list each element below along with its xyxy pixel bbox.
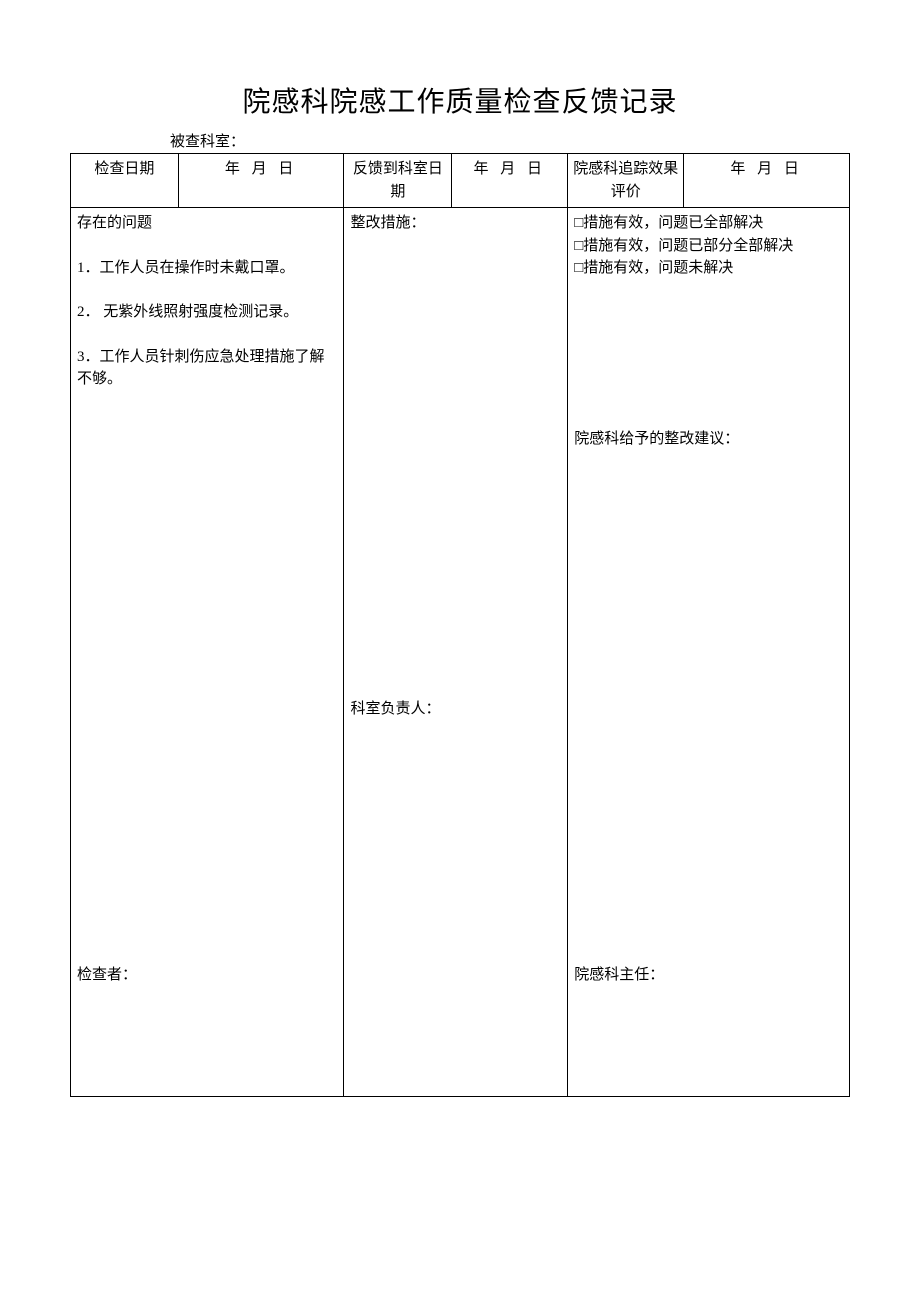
corrective-measures-label: 整改措施： [350,212,561,235]
issue-item-1: 1．工作人员在操作时未戴口罩。 [77,257,337,280]
eval-option-3-text: 措施有效，问题未解决 [583,260,733,276]
eval-option-3: □措施有效，问题未解决 [574,257,843,280]
page-title: 院感科院感工作质量检查反馈记录 [70,80,850,120]
feedback-date-value: 年 月 日 [452,154,568,208]
issues-heading: 存在的问题 [77,212,337,235]
header-row: 检查日期 年 月 日 反馈到科室日期 年 月 日 院感科追踪效果评价 年 月 日 [71,154,850,208]
checkbox-icon: □ [574,237,583,254]
eval-option-2-text: 措施有效，问题已部分全部解决 [583,238,793,254]
eval-option-1-text: 措施有效，问题已全部解决 [583,215,763,231]
checkbox-icon: □ [574,259,583,276]
issue-item-2: 2． 无紫外线照射强度检测记录。 [77,301,337,324]
feedback-form-table: 检查日期 年 月 日 反馈到科室日期 年 月 日 院感科追踪效果评价 年 月 日… [70,153,850,1097]
track-eval-value: 年 月 日 [684,154,850,208]
eval-option-1: □措施有效，问题已全部解决 [574,212,843,235]
feedback-date-label: 反馈到科室日期 [344,154,452,208]
suggestion-label: 院感科给予的整改建议： [574,428,739,451]
evaluation-cell: □措施有效，问题已全部解决 □措施有效，问题已部分全部解决 □措施有效，问题未解… [568,208,850,1097]
dept-head-label: 科室负责人： [350,698,440,721]
inspected-dept-label: 被查科室： [170,130,850,151]
issue-item-3: 3．工作人员针刺伤应急处理措施了解不够。 [77,346,337,391]
issues-cell: 存在的问题 1．工作人员在操作时未戴口罩。 2． 无紫外线照射强度检测记录。 3… [71,208,344,1097]
checkbox-icon: □ [574,214,583,231]
eval-option-2: □措施有效，问题已部分全部解决 [574,235,843,258]
inspector-label: 检查者： [77,964,137,987]
check-date-value: 年 月 日 [178,154,344,208]
director-label: 院感科主任： [574,964,664,987]
check-date-label: 检查日期 [71,154,179,208]
track-eval-label: 院感科追踪效果评价 [568,154,684,208]
corrective-cell: 整改措施： 科室负责人： [344,208,568,1097]
body-row: 存在的问题 1．工作人员在操作时未戴口罩。 2． 无紫外线照射强度检测记录。 3… [71,208,850,1097]
